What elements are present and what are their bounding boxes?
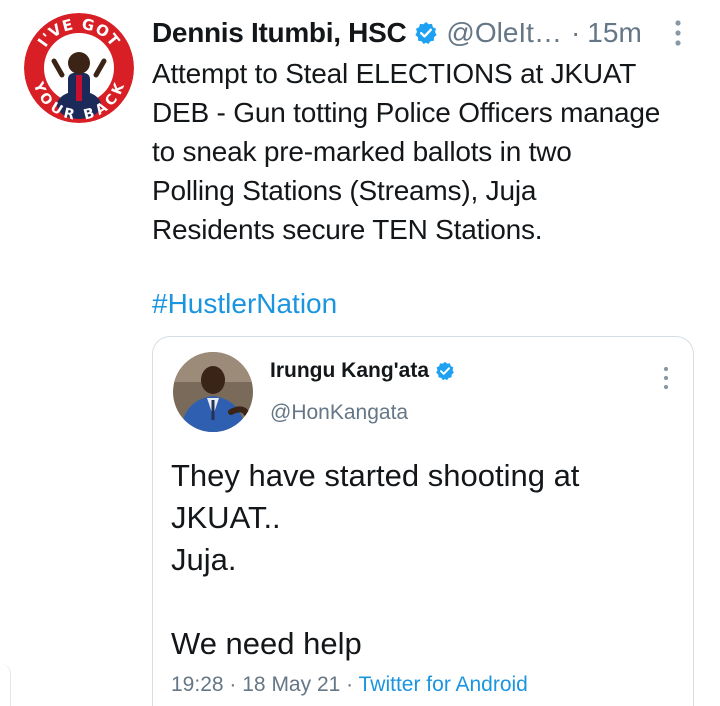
verified-badge-icon xyxy=(435,361,455,381)
header-separator: · xyxy=(570,17,581,48)
quoted-more-options-icon[interactable] xyxy=(661,365,671,391)
meta-separator: · xyxy=(229,673,237,696)
author-handle[interactable]: @OleIt… xyxy=(446,17,562,49)
quoted-text-line xyxy=(171,581,681,623)
hashtag-link[interactable]: #HustlerNation xyxy=(152,284,337,323)
quoted-author-handle[interactable]: @HonKangata xyxy=(270,401,408,425)
more-options-icon[interactable] xyxy=(671,18,685,48)
profile-avatar-badge-icon: I'VE GOT YOUR BACK xyxy=(24,13,134,123)
tweet-timestamp[interactable]: 15m xyxy=(587,17,641,49)
quoted-source-link[interactable]: Twitter for Android xyxy=(359,673,528,696)
tweet-text-line: Polling Stations (Streams), Juja xyxy=(152,175,537,206)
quoted-tweet-body: They have started shooting at JKUAT.. Ju… xyxy=(171,455,681,665)
quoted-author-name-row: Irungu Kang'ata xyxy=(270,359,455,383)
quoted-tweet-meta: 19:28 · 18 May 21 · Twitter for Android xyxy=(171,673,528,697)
verified-badge-icon xyxy=(414,21,438,45)
quoted-text-line: We need help xyxy=(171,626,362,661)
profile-avatar-photo-icon xyxy=(173,352,253,432)
quoted-author-avatar[interactable] xyxy=(173,352,253,432)
tweet-text-line: Attempt to Steal ELECTIONS at JKUAT xyxy=(152,58,637,89)
tweet-text-line: to sneak pre-marked ballots in two xyxy=(152,136,572,167)
quoted-author-display-name[interactable]: Irungu Kang'ata xyxy=(270,359,429,383)
tweet-header: Dennis Itumbi, HSC @OleIt… · 15m xyxy=(152,12,692,54)
adjacent-card-edge xyxy=(0,664,11,706)
tweet-text-line: DEB - Gun totting Police Officers manage xyxy=(152,97,661,128)
quoted-text-line: JKUAT.. xyxy=(171,500,281,535)
tweet-text-line: Residents secure TEN Stations. xyxy=(152,214,543,245)
quoted-tweet-card[interactable]: Irungu Kang'ata @HonKangata They have st… xyxy=(152,336,694,706)
meta-separator: · xyxy=(346,673,354,696)
quoted-time: 19:28 xyxy=(171,673,224,696)
quoted-date: 18 May 21 xyxy=(242,673,341,696)
quoted-text-line: Juja. xyxy=(171,542,237,577)
tweet-body: Attempt to Steal ELECTIONS at JKUAT DEB … xyxy=(152,54,712,249)
quoted-text-line: They have started shooting at xyxy=(171,458,580,493)
author-display-name[interactable]: Dennis Itumbi, HSC xyxy=(152,17,407,49)
author-avatar[interactable]: I'VE GOT YOUR BACK xyxy=(24,13,134,123)
